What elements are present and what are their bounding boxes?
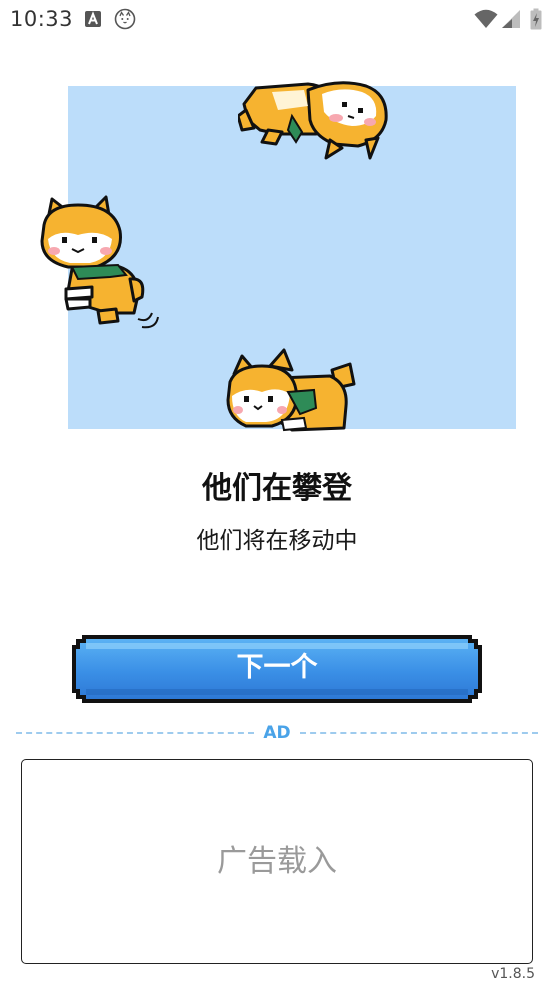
wifi-icon [474,9,500,31]
ad-loading-text: 广告载入 [217,844,337,879]
illustration [0,70,554,450]
cellular-signal-icon [501,9,523,31]
ad-divider-line-right [300,732,538,734]
shiba-dog-climbing-bottom [226,348,356,432]
a-notification-icon [84,8,106,30]
page-title: 他们在攀登 [202,471,352,506]
ad-container[interactable]: 广告载入 [21,759,533,964]
shiba-dog-climbing-left [40,195,159,329]
app-screen: 10:33 他们在攀登 他们将在移动中 下一个 AD 广告载入 v1.8.5 [0,0,554,985]
battery-charging-icon [530,8,544,30]
version-label: v1.8.5 [491,966,535,982]
page-subtitle: 他们将在移动中 [196,528,358,554]
shiba-dog-climbing-top [238,81,388,160]
next-button[interactable]: 下一个 [72,635,482,703]
cat-face-icon [114,8,136,30]
status-time: 10:33 [10,7,74,31]
next-button-label: 下一个 [236,652,318,683]
ad-divider: AD [16,723,538,743]
status-bar: 10:33 [0,0,554,40]
